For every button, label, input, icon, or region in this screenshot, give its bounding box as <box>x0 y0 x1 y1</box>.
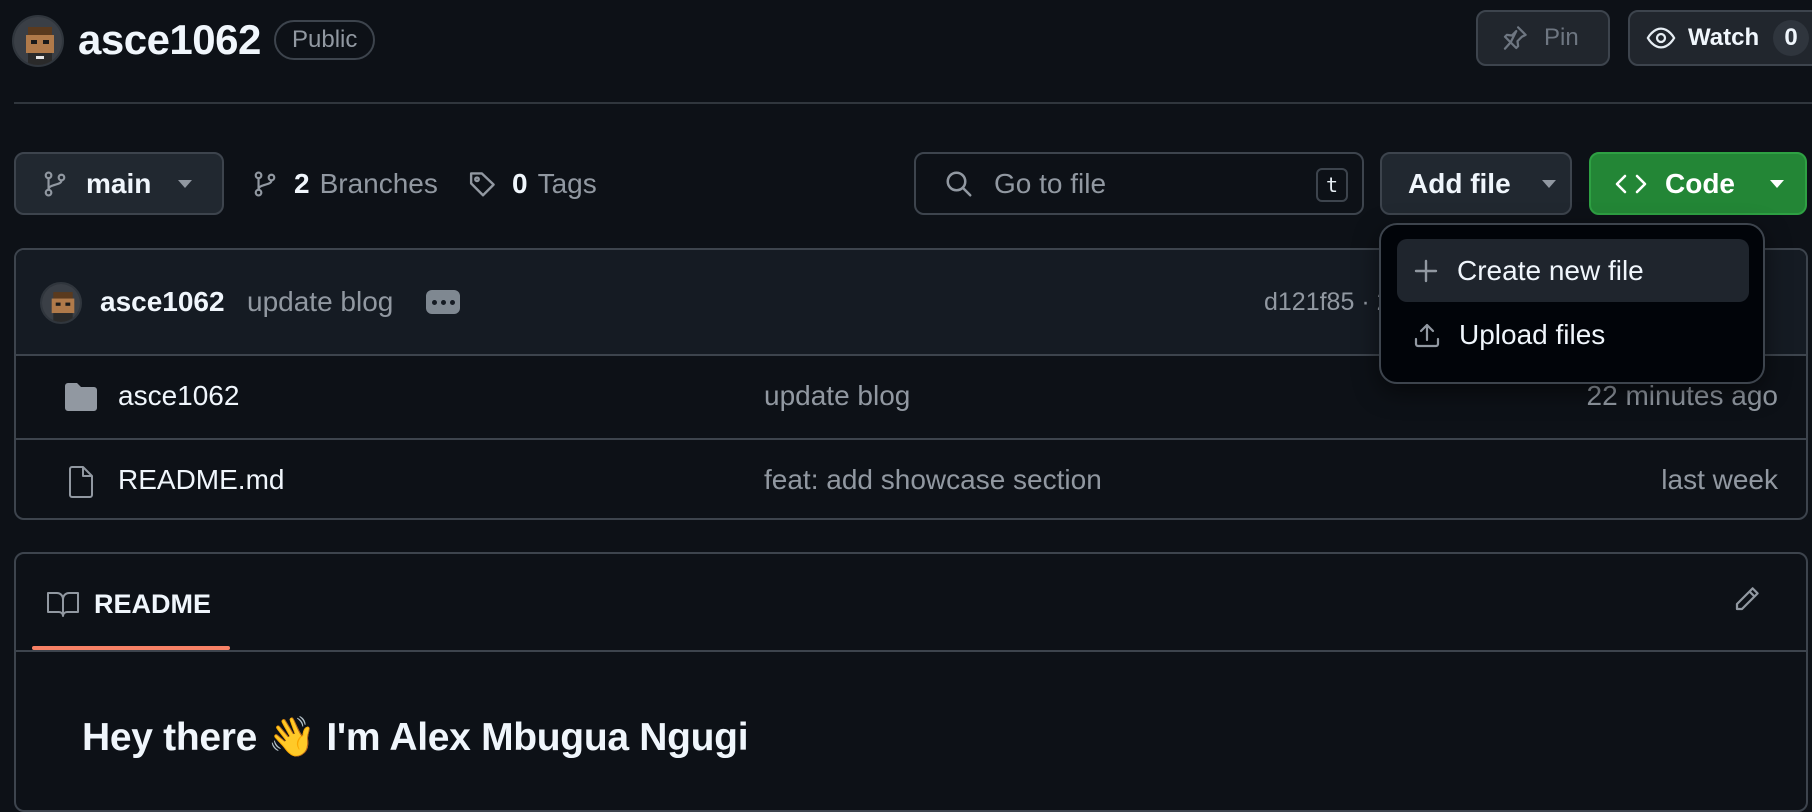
keyboard-shortcut-hint: t <box>1316 168 1348 202</box>
watch-count: 0 <box>1773 20 1810 56</box>
plus-icon <box>1413 258 1439 284</box>
menu-item-label: Create new file <box>1457 254 1644 286</box>
branch-name: main <box>86 167 152 199</box>
search-icon <box>944 169 974 199</box>
commit-hash[interactable]: d121f85 · 2 <box>1264 288 1391 317</box>
file-icon <box>68 466 94 498</box>
add-file-menu: Create new file Upload files <box>1379 223 1765 384</box>
watch-button[interactable]: Watch 0 <box>1628 10 1812 66</box>
add-file-button[interactable]: Add file <box>1380 152 1572 215</box>
chevron-down-icon <box>1769 179 1785 189</box>
code-icon <box>1615 171 1647 197</box>
add-file-label: Add file <box>1408 167 1511 199</box>
pin-icon <box>1500 23 1530 53</box>
repo-owner-avatar[interactable] <box>12 15 64 67</box>
repo-title[interactable]: asce1062 <box>78 14 261 66</box>
git-branch-icon <box>42 170 68 198</box>
tags-count: 0 <box>512 168 528 199</box>
search-input[interactable] <box>992 166 1292 201</box>
pin-label: Pin <box>1544 24 1579 51</box>
watch-label: Watch <box>1688 24 1760 51</box>
readme-heading: Hey there 👋 I'm Alex Mbugua Ngugi <box>82 716 749 759</box>
tab-label: README <box>94 588 212 619</box>
file-name[interactable]: asce1062 <box>118 380 239 412</box>
pin-button[interactable]: Pin <box>1476 10 1610 66</box>
menu-item-create-new-file[interactable]: Create new file <box>1397 239 1749 302</box>
expand-commit-ellipsis-icon[interactable] <box>426 290 460 314</box>
file-name[interactable]: README.md <box>118 464 284 496</box>
code-button[interactable]: Code <box>1589 152 1807 215</box>
commit-author-avatar[interactable] <box>40 282 82 324</box>
commit-message[interactable]: update blog <box>247 286 393 318</box>
edit-pencil-icon[interactable] <box>1732 584 1762 614</box>
tab-readme[interactable]: README <box>46 584 211 624</box>
file-row[interactable]: README.md feat: add showcase section las… <box>16 438 1806 518</box>
tag-icon <box>468 169 498 199</box>
upload-icon <box>1413 321 1441 349</box>
branches-label: Branches <box>319 168 438 199</box>
chevron-down-icon <box>1541 179 1557 189</box>
visibility-badge: Public <box>274 20 376 60</box>
eye-icon <box>1646 23 1676 53</box>
folder-icon <box>64 382 98 412</box>
file-updated-time: 22 minutes ago <box>1586 380 1778 411</box>
branches-link[interactable]: 2 Branches <box>252 160 438 208</box>
tags-label: Tags <box>537 168 597 199</box>
branch-selector[interactable]: main <box>14 152 224 215</box>
file-updated-time: last week <box>1661 464 1778 495</box>
file-commit-message[interactable]: update blog <box>764 380 910 412</box>
code-label: Code <box>1665 167 1735 199</box>
tags-link[interactable]: 0 Tags <box>468 160 597 208</box>
git-branch-icon <box>252 170 278 198</box>
menu-item-label: Upload files <box>1459 318 1606 350</box>
branches-count: 2 <box>294 168 310 199</box>
book-icon <box>46 590 80 618</box>
commit-author[interactable]: asce1062 <box>100 286 225 318</box>
readme-divider <box>16 650 1806 652</box>
chevron-down-icon <box>177 179 193 189</box>
file-commit-message[interactable]: feat: add showcase section <box>764 464 1102 496</box>
header-divider <box>14 102 1812 104</box>
readme-panel: README Hey there 👋 I'm Alex Mbugua Ngugi <box>14 552 1808 812</box>
menu-item-upload-files[interactable]: Upload files <box>1397 303 1749 366</box>
go-to-file-search[interactable]: t <box>914 152 1364 215</box>
